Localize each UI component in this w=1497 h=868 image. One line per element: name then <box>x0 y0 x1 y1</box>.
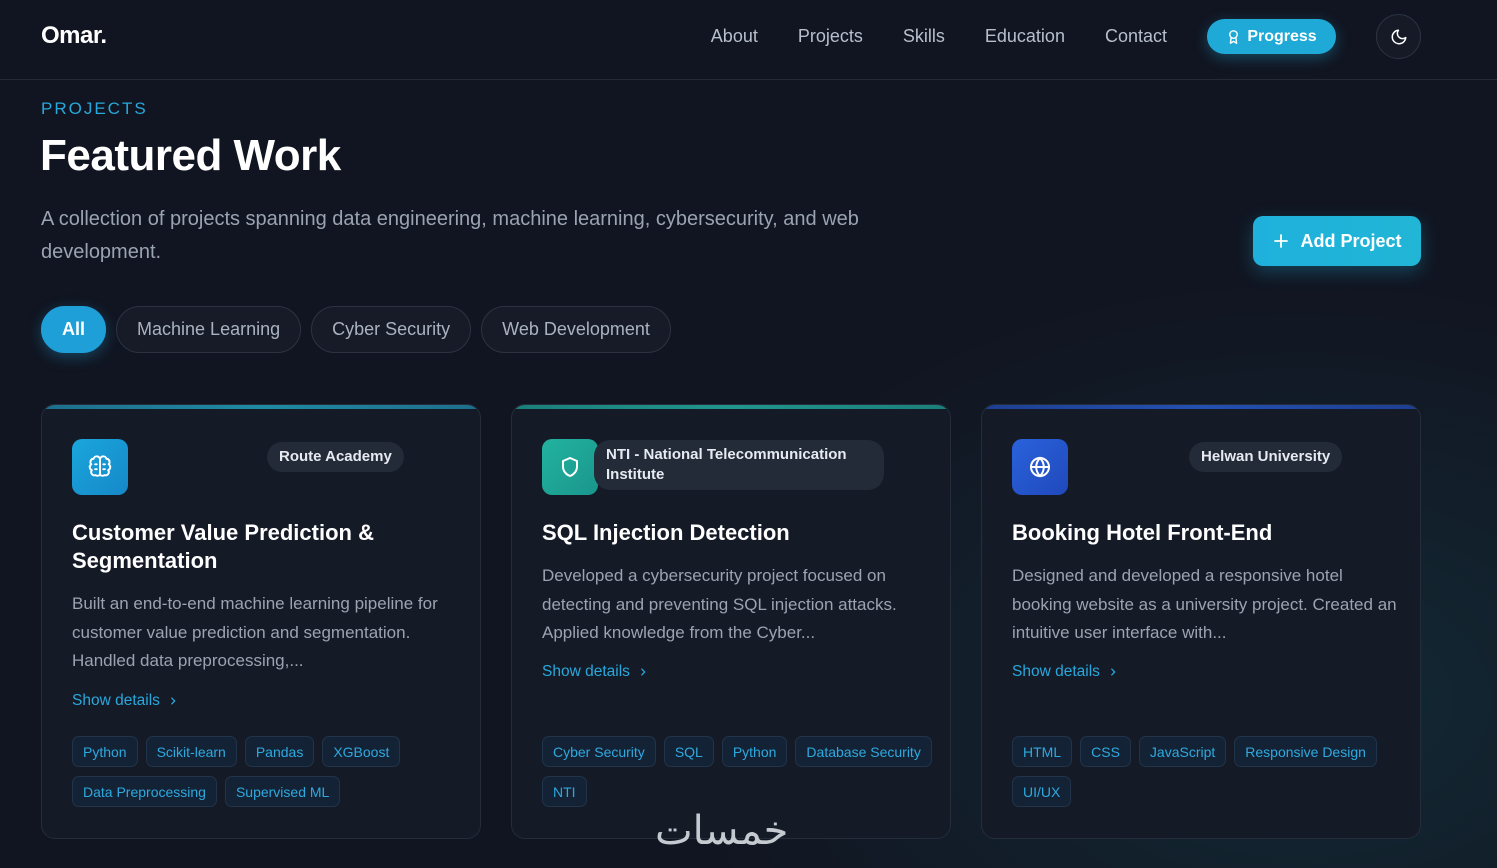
nav-link-about[interactable]: About <box>711 26 758 47</box>
page-title: Featured Work <box>40 131 341 180</box>
card-accent-bar <box>512 405 950 409</box>
card-description: Developed a cybersecurity project focuse… <box>542 566 897 642</box>
chevron-right-icon <box>641 668 646 676</box>
section-eyebrow: PROJECTS <box>41 99 148 118</box>
award-icon <box>1229 29 1239 44</box>
filter-chips: All Machine Learning Cyber Security Web … <box>41 306 671 353</box>
tag: Scikit-learn <box>145 736 237 767</box>
project-card[interactable]: NTI - National Telecommunication Institu… <box>511 404 951 839</box>
show-details-label: Show details <box>542 663 630 680</box>
filter-machine-learning[interactable]: Machine Learning <box>116 306 302 353</box>
moon-icon <box>1391 29 1406 44</box>
card-organization-badge: NTI - National Telecommunication Institu… <box>594 440 884 490</box>
nav-link-projects[interactable]: Projects <box>798 26 863 47</box>
progress-button[interactable]: Progress <box>1207 19 1336 54</box>
tag: UI/UX <box>1012 776 1072 807</box>
tag: Pandas <box>244 736 315 767</box>
tag: Python <box>72 736 138 767</box>
theme-toggle-button[interactable] <box>1376 14 1421 59</box>
tag: NTI <box>542 776 587 807</box>
tag: SQL <box>663 736 714 767</box>
tag: Python <box>721 736 788 767</box>
top-navbar: Omar. About Projects Skills Education Co… <box>0 0 1497 80</box>
card-icon-tile <box>1012 439 1068 495</box>
card-tags: HTML CSS JavaScript Responsive Design UI… <box>1012 736 1402 807</box>
card-tags: Cyber Security SQL Python Database Secur… <box>542 736 932 807</box>
card-title: Customer Value Prediction & Segmentation <box>72 520 374 573</box>
card-description: Built an end-to-end machine learning pip… <box>72 594 438 670</box>
filter-all[interactable]: All <box>41 306 107 353</box>
tag: JavaScript <box>1138 736 1227 767</box>
tag: HTML <box>1012 736 1073 767</box>
brain-icon <box>88 455 112 477</box>
card-title: SQL Injection Detection <box>542 520 790 545</box>
show-details-label: Show details <box>1012 663 1100 680</box>
show-details-link[interactable]: Show details <box>542 663 648 681</box>
tag: Data Preprocessing <box>72 776 217 807</box>
show-details-link[interactable]: Show details <box>72 692 178 710</box>
show-details-label: Show details <box>72 692 160 709</box>
add-project-label: Add Project <box>1300 230 1402 251</box>
card-organization-badge: Helwan University <box>1189 442 1343 472</box>
tag: CSS <box>1080 736 1131 767</box>
card-description: Designed and developed a responsive hote… <box>1012 566 1397 642</box>
shield-icon <box>562 457 578 477</box>
card-icon-tile <box>72 439 128 495</box>
tag: XGBoost <box>322 736 401 767</box>
plus-icon <box>1274 234 1289 248</box>
globe-icon <box>1030 456 1050 478</box>
nav-links: About Projects Skills Education Contact <box>711 26 1167 47</box>
tag: Cyber Security <box>542 736 656 767</box>
progress-button-label: Progress <box>1247 27 1317 45</box>
page-subtitle: A collection of projects spanning data e… <box>41 208 859 263</box>
filter-web-development[interactable]: Web Development <box>481 306 671 353</box>
nav-link-education[interactable]: Education <box>985 26 1065 47</box>
card-title: Booking Hotel Front-End <box>1012 520 1273 545</box>
chevron-right-icon <box>171 697 176 705</box>
card-accent-bar <box>42 405 480 409</box>
card-icon-tile <box>542 439 598 495</box>
show-details-link[interactable]: Show details <box>1012 663 1118 681</box>
add-project-button[interactable]: Add Project <box>1253 216 1421 266</box>
tag: Responsive Design <box>1234 736 1377 767</box>
nav-link-contact[interactable]: Contact <box>1105 26 1167 47</box>
chevron-right-icon <box>1111 668 1116 676</box>
watermark-logo: خمسات <box>655 808 789 854</box>
nav-link-skills[interactable]: Skills <box>903 26 945 47</box>
card-tags: Python Scikit-learn Pandas XGBoost Data … <box>72 736 462 807</box>
site-logo[interactable]: Omar. <box>41 22 107 50</box>
card-organization-badge: Route Academy <box>267 442 404 472</box>
tag: Database Security <box>795 736 932 767</box>
tag: Supervised ML <box>224 776 341 807</box>
card-accent-bar <box>982 405 1420 409</box>
project-card[interactable]: Route Academy Customer Value Prediction … <box>41 404 481 839</box>
project-card[interactable]: Helwan University Booking Hotel Front-En… <box>981 404 1421 839</box>
filter-cyber-security[interactable]: Cyber Security <box>311 306 472 353</box>
